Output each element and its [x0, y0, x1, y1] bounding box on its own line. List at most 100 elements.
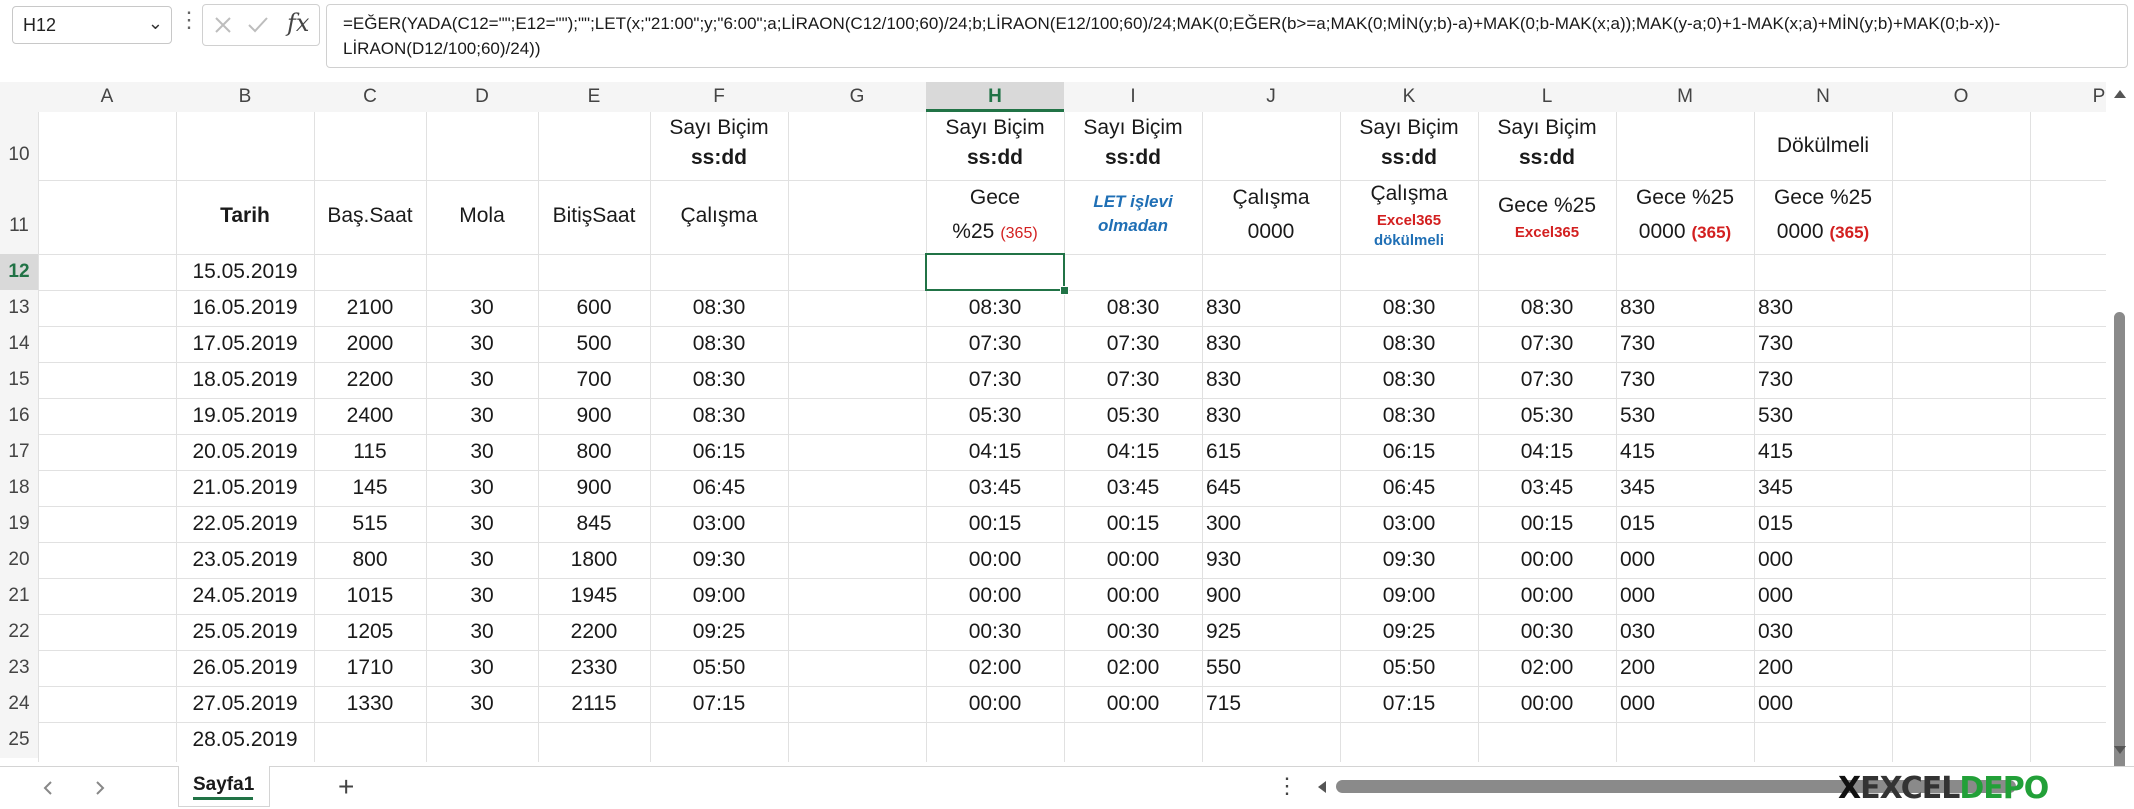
column-header-m[interactable]: M [1616, 82, 1754, 112]
cell-b23: 26.05.2019 [192, 656, 298, 679]
row-header-21[interactable]: 21 [0, 578, 38, 614]
selected-cell-outline[interactable] [925, 253, 1065, 291]
cell-k16: 08:30 [1382, 404, 1436, 427]
row-header-17[interactable]: 17 [0, 434, 38, 470]
cell-i15: 07:30 [1106, 368, 1160, 391]
cell-b24: 27.05.2019 [192, 692, 298, 715]
column-title-h-note: (365) [1000, 225, 1038, 242]
column-header-o[interactable]: O [1892, 82, 2030, 112]
cell-k18: 06:45 [1382, 476, 1436, 499]
cancel-icon[interactable] [213, 15, 233, 35]
cell-n18: 345 [1758, 476, 1794, 499]
header-format-code-k: ss:dd [1380, 146, 1437, 169]
row-header-12[interactable]: 12 [0, 254, 38, 290]
scroll-down-icon[interactable] [2114, 746, 2126, 756]
cell-c13: 2100 [346, 296, 394, 319]
column-header-a[interactable]: A [38, 82, 176, 112]
column-header-c[interactable]: C [314, 82, 426, 112]
cell-l21: 00:00 [1520, 584, 1574, 607]
chevron-down-icon[interactable]: ⌄ [148, 13, 163, 34]
cell-e18: 900 [576, 476, 612, 499]
cell-c16: 2400 [346, 404, 394, 427]
column-title-format: 0000 [1638, 220, 1686, 243]
column-header-h[interactable]: H [926, 82, 1064, 112]
confirm-icon[interactable] [247, 15, 269, 35]
row-header-19[interactable]: 19 [0, 506, 38, 542]
name-box[interactable]: H12 ⌄ [12, 6, 172, 44]
row-header-11[interactable]: 11 [0, 180, 38, 254]
row-header-16[interactable]: 16 [0, 398, 38, 434]
column-header-f[interactable]: F [650, 82, 788, 112]
formula-input[interactable]: =EĞER(YADA(C12="";E12="");"";LET(x;"21:0… [326, 4, 2128, 68]
cell-h19: 00:15 [968, 512, 1022, 535]
column-header-b[interactable]: B [176, 82, 314, 112]
add-sheet-button[interactable]: + [338, 771, 354, 803]
cell-f20: 09:30 [692, 548, 746, 571]
column-header-d[interactable]: D [426, 82, 538, 112]
scroll-up-icon[interactable] [2114, 88, 2126, 98]
cell-l24: 00:00 [1520, 692, 1574, 715]
cell-n15: 730 [1758, 368, 1794, 391]
column-header-g[interactable]: G [788, 82, 926, 112]
cell-h18: 03:45 [968, 476, 1022, 499]
column-header-j[interactable]: J [1202, 82, 1340, 112]
vertical-scrollbar[interactable] [2106, 82, 2134, 802]
cell-e19: 845 [576, 512, 612, 535]
grid-row-line [38, 650, 2108, 651]
scroll-left-icon[interactable] [1316, 781, 1326, 793]
cell-h16: 05:30 [968, 404, 1022, 427]
column-title-note: (365) [1691, 223, 1732, 242]
cell-j21: 900 [1206, 584, 1242, 607]
more-options-icon[interactable]: ⋮ [1276, 773, 1298, 799]
row-header-15[interactable]: 15 [0, 362, 38, 398]
cell-e14: 500 [576, 332, 612, 355]
cell-i17: 04:15 [1106, 440, 1160, 463]
sheet-tab-sayfa1[interactable]: Sayfa1 [178, 766, 270, 807]
column-header-i[interactable]: I [1064, 82, 1202, 112]
cell-n16: 530 [1758, 404, 1794, 427]
row-header-10[interactable]: 10 [0, 112, 38, 180]
column-title-i-line2: olmadan [1098, 216, 1168, 235]
row-header-14[interactable]: 14 [0, 326, 38, 362]
row-header-24[interactable]: 24 [0, 686, 38, 722]
grid-column-line [2030, 112, 2031, 762]
column-title-i-line1: LET işlevi [1093, 192, 1173, 211]
vertical-scroll-thumb[interactable] [2114, 312, 2125, 802]
row-header-13[interactable]: 13 [0, 290, 38, 326]
cell-m19: 015 [1620, 512, 1656, 535]
column-header-e[interactable]: E [538, 82, 650, 112]
column-title-n-line2: 0000 (365) [1754, 220, 1892, 244]
column-title-l-line2: Excel365 [1514, 224, 1580, 241]
more-options-icon[interactable]: ⋮ [178, 8, 200, 32]
row-header-25[interactable]: 25 [0, 722, 38, 758]
grid-row-line [38, 398, 2108, 399]
row-header-22[interactable]: 22 [0, 614, 38, 650]
row-header-23[interactable]: 23 [0, 650, 38, 686]
cell-l22: 00:30 [1520, 620, 1574, 643]
column-header-bar: ABCDEFGHIJKLMNOP [0, 82, 2106, 113]
insert-function-icon[interactable]: fx [287, 9, 309, 37]
column-title-n-line1: Gece %25 [1773, 186, 1873, 209]
cell-k21: 09:00 [1382, 584, 1436, 607]
row-header-18[interactable]: 18 [0, 470, 38, 506]
chevron-left-icon[interactable] [42, 780, 54, 796]
cell-b25: 28.05.2019 [192, 728, 298, 751]
cell-j14: 830 [1206, 332, 1242, 355]
worksheet-grid[interactable]: Sayı Biçim ss:dd Sayı Biçim ss:dd Sayı Biçim… [38, 112, 2108, 762]
column-header-n[interactable]: N [1754, 82, 1892, 112]
cell-h24: 00:00 [968, 692, 1022, 715]
column-header-k[interactable]: K [1340, 82, 1478, 112]
cell-n24: 000 [1758, 692, 1794, 715]
grid-row-line [38, 542, 2108, 543]
column-title-e: BitişSaat [552, 204, 636, 227]
row-header-20[interactable]: 20 [0, 542, 38, 578]
chevron-right-icon[interactable] [94, 780, 106, 796]
cell-d24: 30 [470, 692, 494, 715]
column-header-l[interactable]: L [1478, 82, 1616, 112]
header-format-code-h: ss:dd [966, 146, 1023, 169]
cell-b15: 18.05.2019 [192, 368, 298, 391]
cell-h15: 07:30 [968, 368, 1022, 391]
fill-handle[interactable] [1060, 286, 1069, 295]
cell-d16: 30 [470, 404, 494, 427]
cell-d13: 30 [470, 296, 494, 319]
